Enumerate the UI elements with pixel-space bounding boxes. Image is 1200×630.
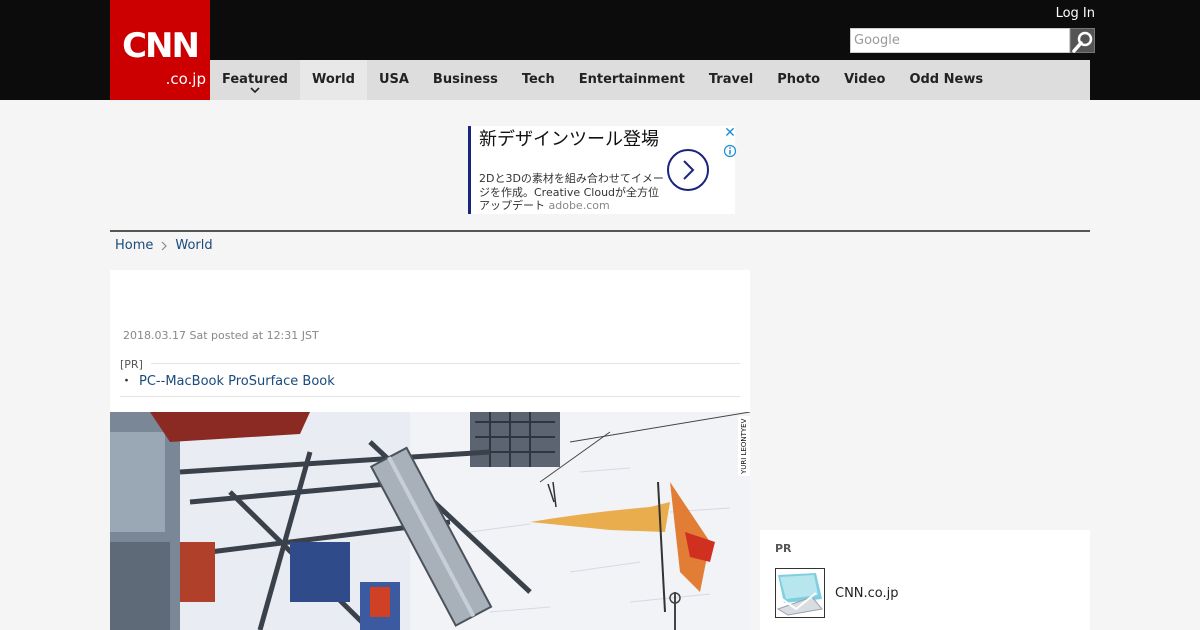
search-input[interactable] (850, 28, 1070, 53)
search-button[interactable] (1070, 28, 1095, 53)
sidebar-pr-label: PR (775, 542, 792, 555)
search-icon (1072, 31, 1093, 53)
sidebar-pr-box: PR CNN.co.jp (760, 530, 1090, 630)
article-card: 2018.03.17 Sat posted at 12:31 JST [PR] … (110, 270, 750, 630)
ski-lift-photo (110, 412, 750, 630)
photo-credit: YURI LEONTYEV (738, 416, 750, 476)
breadcrumb-home[interactable]: Home (115, 237, 153, 255)
breadcrumb: Home World (115, 237, 213, 255)
info-icon[interactable] (723, 143, 737, 158)
nav-world[interactable]: World (299, 60, 367, 100)
nav-entertainment[interactable]: Entertainment (567, 60, 697, 100)
nav-travel[interactable]: Travel (697, 60, 765, 100)
pr-thumbnail[interactable] (775, 568, 825, 618)
chevron-right-icon (683, 160, 695, 180)
section-divider (110, 230, 1090, 232)
cnn-logo[interactable]: CNN .co.jp (110, 0, 210, 100)
nav-business[interactable]: Business (421, 60, 510, 100)
ad-title: 新デザインツール登場 (479, 129, 659, 150)
nav-usa[interactable]: USA (367, 60, 421, 100)
pr-label: [PR] (120, 358, 151, 372)
pr-divider (120, 363, 740, 364)
ad-body: 2Dと3Dの素材を組み合わせてイメージを作成。Creative Cloudが全方… (479, 172, 664, 213)
pr-divider (120, 396, 740, 397)
ad-domain: adobe.com (548, 199, 610, 212)
main-nav: Featured World USA Business Tech Enterta… (210, 60, 1090, 100)
post-date: 2018.03.17 Sat posted at 12:31 JST (123, 329, 319, 342)
ad-banner[interactable]: 新デザインツール登場 2Dと3Dの素材を組み合わせてイメージを作成。Creati… (468, 126, 737, 214)
nav-photo[interactable]: Photo (765, 60, 832, 100)
nav-odd-news[interactable]: Odd News (897, 60, 995, 100)
nav-tech[interactable]: Tech (510, 60, 567, 100)
logo-domain: .co.jp (165, 70, 206, 88)
laptop-thumbnail-icon (776, 569, 824, 617)
chevron-down-icon (250, 87, 260, 94)
login-link[interactable]: Log In (1040, 5, 1095, 23)
ad-arrow-button[interactable] (667, 149, 709, 191)
chevron-right-icon (161, 241, 168, 251)
logo-wordmark: CNN (122, 26, 200, 66)
close-icon[interactable]: ✕ (723, 126, 737, 140)
nav-featured[interactable]: Featured (210, 60, 300, 100)
breadcrumb-world[interactable]: World (175, 237, 212, 255)
article-photo[interactable]: YURI LEONTYEV (110, 412, 750, 630)
pr-bullet: ・ (120, 374, 134, 389)
pr-link[interactable]: PC--MacBook ProSurface Book (139, 374, 335, 389)
nav-video[interactable]: Video (832, 60, 897, 100)
pr-item: ・ PC--MacBook ProSurface Book (120, 374, 335, 390)
nav-featured-label: Featured (222, 72, 288, 87)
sidebar-pr-site[interactable]: CNN.co.jp (835, 586, 899, 602)
